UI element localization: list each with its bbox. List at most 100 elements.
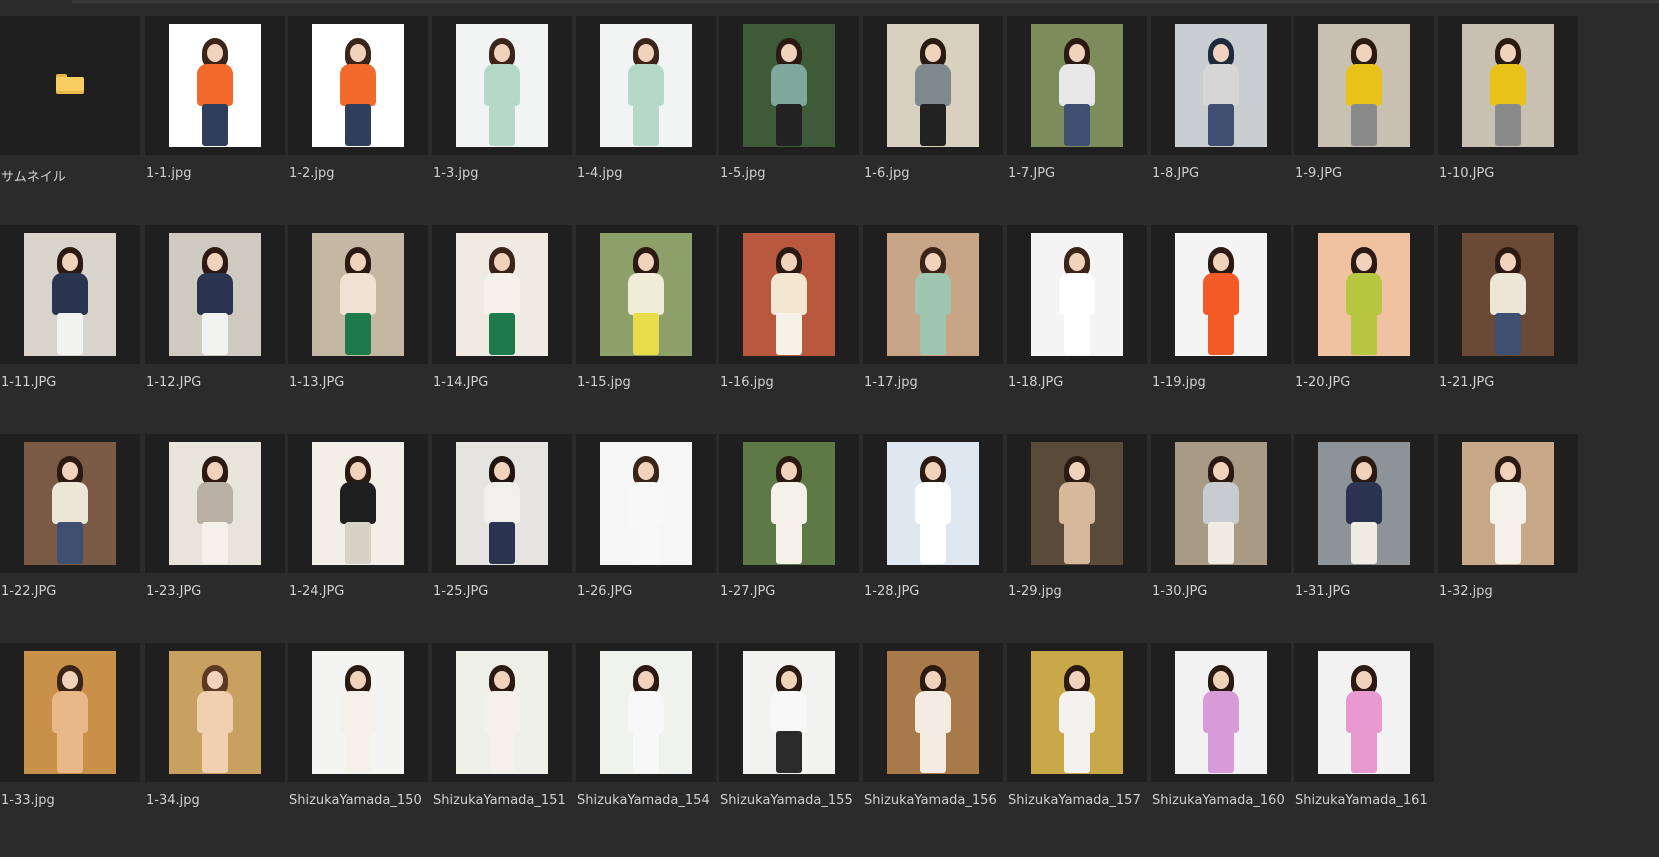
thumbnail-frame[interactable] [719,434,859,573]
file-item[interactable]: 1-24.JPG [288,434,428,644]
thumbnail-frame[interactable] [576,434,716,573]
thumbnail-frame[interactable] [1151,643,1291,782]
thumbnail-frame[interactable] [0,434,140,573]
file-item[interactable]: 1-2.jpg [288,16,428,226]
thumbnail-frame[interactable] [145,225,285,364]
photo-thumbnail[interactable] [600,24,692,147]
file-item[interactable]: 1-11.JPG [0,225,140,435]
thumbnail-frame[interactable] [1438,225,1578,364]
thumbnail-frame[interactable] [1151,16,1291,155]
thumbnail-frame[interactable] [863,643,1003,782]
file-item[interactable]: 1-33.jpg [0,643,140,853]
photo-thumbnail[interactable] [1318,651,1410,774]
photo-thumbnail[interactable] [456,24,548,147]
file-item[interactable]: ShizukaYamada_155 [719,643,859,853]
file-item[interactable]: 1-28.JPG [863,434,1003,644]
thumbnail-frame[interactable] [288,643,428,782]
photo-thumbnail[interactable] [600,233,692,356]
photo-thumbnail[interactable] [1031,24,1123,147]
photo-thumbnail[interactable] [169,442,261,565]
file-item[interactable]: 1-26.JPG [576,434,716,644]
file-item[interactable]: 1-7.JPG [1007,16,1147,226]
thumbnail-frame[interactable] [0,225,140,364]
thumbnail-frame[interactable] [1294,225,1434,364]
photo-thumbnail[interactable] [1462,233,1554,356]
photo-thumbnail[interactable] [312,651,404,774]
file-item[interactable]: 1-9.JPG [1294,16,1434,226]
file-item[interactable]: 1-25.JPG [432,434,572,644]
file-item[interactable]: 1-12.JPG [145,225,285,435]
thumbnail-frame[interactable] [719,225,859,364]
photo-thumbnail[interactable] [1318,24,1410,147]
file-item[interactable]: 1-27.JPG [719,434,859,644]
thumbnail-frame[interactable] [432,225,572,364]
file-item[interactable]: 1-14.JPG [432,225,572,435]
folder-item[interactable]: サムネイル [0,16,140,226]
photo-thumbnail[interactable] [1175,24,1267,147]
file-item[interactable]: 1-4.jpg [576,16,716,226]
photo-thumbnail[interactable] [1318,442,1410,565]
thumbnail-frame[interactable] [719,643,859,782]
thumbnail-frame[interactable] [863,434,1003,573]
thumbnail-frame[interactable] [1151,434,1291,573]
photo-thumbnail[interactable] [1175,442,1267,565]
file-item[interactable]: 1-8.JPG [1151,16,1291,226]
photo-thumbnail[interactable] [312,233,404,356]
file-item[interactable]: ShizukaYamada_151 [432,643,572,853]
file-item[interactable]: 1-22.JPG [0,434,140,644]
thumbnail-frame[interactable] [719,16,859,155]
file-item[interactable]: 1-17.jpg [863,225,1003,435]
photo-thumbnail[interactable] [743,233,835,356]
photo-thumbnail[interactable] [312,24,404,147]
thumbnail-frame[interactable] [1438,434,1578,573]
thumbnail-frame[interactable] [145,434,285,573]
file-item[interactable]: 1-10.JPG [1438,16,1578,226]
thumbnail-frame[interactable] [145,16,285,155]
thumbnail-frame[interactable] [145,643,285,782]
file-item[interactable]: ShizukaYamada_160 [1151,643,1291,853]
file-item[interactable]: 1-20.JPG [1294,225,1434,435]
file-item[interactable]: 1-34.jpg [145,643,285,853]
photo-thumbnail[interactable] [456,233,548,356]
photo-thumbnail[interactable] [1031,233,1123,356]
file-item[interactable]: 1-1.jpg [145,16,285,226]
photo-thumbnail[interactable] [1175,651,1267,774]
file-item[interactable]: ShizukaYamada_156 [863,643,1003,853]
photo-thumbnail[interactable] [1462,24,1554,147]
photo-thumbnail[interactable] [169,651,261,774]
thumbnail-frame[interactable] [1294,16,1434,155]
photo-thumbnail[interactable] [600,651,692,774]
photo-thumbnail[interactable] [887,442,979,565]
file-item[interactable]: 1-13.JPG [288,225,428,435]
file-item[interactable]: ShizukaYamada_150 [288,643,428,853]
thumbnail-frame[interactable] [1007,16,1147,155]
thumbnail-frame[interactable] [432,16,572,155]
photo-thumbnail[interactable] [743,24,835,147]
photo-thumbnail[interactable] [1175,233,1267,356]
photo-thumbnail[interactable] [1462,442,1554,565]
thumbnail-frame[interactable] [0,16,140,155]
thumbnail-frame[interactable] [1007,225,1147,364]
photo-thumbnail[interactable] [1031,651,1123,774]
photo-thumbnail[interactable] [887,233,979,356]
file-item[interactable]: 1-23.JPG [145,434,285,644]
thumbnail-frame[interactable] [863,16,1003,155]
file-item[interactable]: 1-15.jpg [576,225,716,435]
file-item[interactable]: 1-31.JPG [1294,434,1434,644]
file-item[interactable]: 1-18.JPG [1007,225,1147,435]
file-item[interactable]: 1-32.jpg [1438,434,1578,644]
thumbnail-frame[interactable] [576,225,716,364]
photo-thumbnail[interactable] [743,442,835,565]
photo-thumbnail[interactable] [169,233,261,356]
file-item[interactable]: ShizukaYamada_154 [576,643,716,853]
file-item[interactable]: 1-30.JPG [1151,434,1291,644]
folder-icon[interactable] [56,74,84,94]
photo-thumbnail[interactable] [887,24,979,147]
thumbnail-frame[interactable] [1007,434,1147,573]
thumbnail-frame[interactable] [863,225,1003,364]
photo-thumbnail[interactable] [169,24,261,147]
photo-thumbnail[interactable] [24,233,116,356]
photo-thumbnail[interactable] [743,651,835,774]
photo-thumbnail[interactable] [1318,233,1410,356]
thumbnail-frame[interactable] [432,434,572,573]
